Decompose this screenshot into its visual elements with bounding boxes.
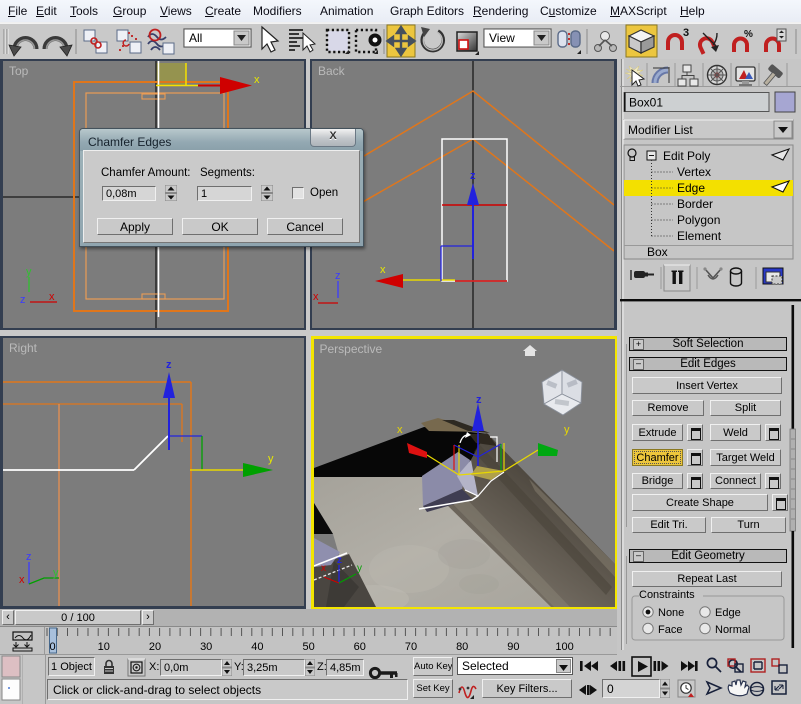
svg-text:x: x (380, 264, 386, 276)
svg-text:x: x (397, 424, 403, 436)
svg-text:x: x (19, 574, 25, 586)
svg-text:Element: Element (677, 229, 722, 243)
svg-text:z: z (337, 555, 342, 566)
svg-text:Vertex: Vertex (677, 165, 711, 179)
svg-text:3: 3 (683, 27, 689, 39)
svg-text:x: x (49, 291, 55, 303)
svg-text:x: x (254, 74, 260, 86)
svg-text:Box: Box (647, 245, 668, 259)
svg-text:All: All (189, 31, 202, 45)
svg-text:View: View (489, 31, 515, 45)
svg-text:Modifier List: Modifier List (628, 123, 693, 137)
svg-text:x: x (321, 563, 326, 574)
svg-text:z: z (166, 359, 172, 371)
svg-text:z: z (335, 270, 341, 282)
svg-text:y: y (268, 453, 274, 465)
svg-text:z: z (26, 551, 32, 563)
svg-text:y: y (357, 563, 362, 574)
svg-text:y: y (53, 567, 59, 579)
svg-text:Border: Border (677, 197, 713, 211)
svg-text:z: z (20, 294, 26, 306)
svg-text:y: y (564, 424, 570, 436)
svg-text:%: % (744, 29, 753, 40)
svg-text:Edge: Edge (677, 181, 705, 195)
svg-text:Box01: Box01 (629, 96, 663, 110)
svg-text:Polygon: Polygon (677, 213, 720, 227)
svg-text:x: x (313, 291, 319, 303)
svg-text:Edit Poly: Edit Poly (663, 149, 710, 163)
svg-text:z: z (470, 170, 476, 182)
svg-text:z: z (476, 394, 482, 406)
svg-text:y: y (26, 266, 32, 278)
